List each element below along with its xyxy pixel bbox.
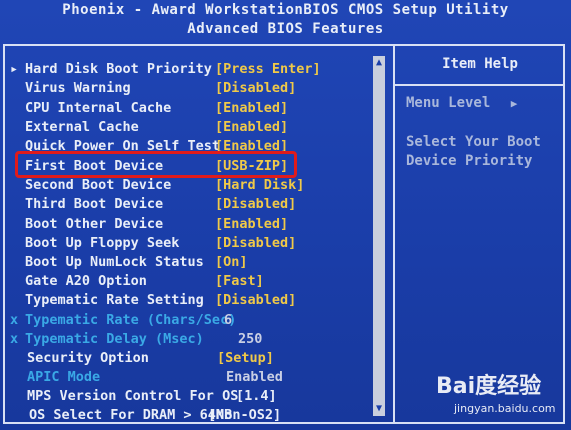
setting-label: Hard Disk Boot Priority (25, 61, 212, 77)
setting-row-typematic-rate-setting[interactable]: Typematic Rate Setting [Disabled] (0, 292, 372, 311)
unavailable-x-icon: x (10, 331, 19, 347)
page-title: Advanced BIOS Features (187, 21, 384, 37)
help-description-line1: Select Your Boot (406, 134, 541, 150)
setting-row-boot-up-floppy-seek[interactable]: Boot Up Floppy Seek [Disabled] (0, 235, 372, 254)
setting-label: Boot Other Device (25, 216, 164, 232)
setting-value[interactable]: [Hard Disk] (215, 177, 304, 193)
menu-level-text: Menu Level (406, 95, 491, 111)
setting-label: Typematic Rate Setting (25, 292, 204, 308)
scroll-up-arrow-icon[interactable]: ▲ (373, 58, 385, 68)
setting-row-third-boot-device[interactable]: Third Boot Device [Disabled] (0, 196, 372, 215)
setting-row-apic-mode: APIC Mode Enabled (0, 369, 372, 388)
setting-row-second-boot-device[interactable]: Second Boot Device [Hard Disk] (0, 177, 372, 196)
setting-value[interactable]: [Setup] (217, 350, 274, 366)
setting-row-security-option[interactable]: Security Option [Setup] (0, 350, 372, 369)
setting-value[interactable]: [Disabled] (215, 235, 296, 251)
setting-row-cpu-internal-cache[interactable]: CPU Internal Cache [Enabled] (0, 100, 372, 119)
setting-value[interactable]: [Enabled] (215, 100, 288, 116)
setting-label: External Cache (25, 119, 139, 135)
setting-value: Enabled (226, 369, 283, 385)
setting-value[interactable]: [Non-OS2] (208, 407, 281, 423)
setting-label: Security Option (27, 350, 149, 366)
setting-label: APIC Mode (27, 369, 101, 385)
setting-label: MPS Version Control For OS (27, 388, 239, 404)
setting-row-os-select-dram[interactable]: OS Select For DRAM > 64MB [Non-OS2] (0, 407, 372, 426)
bios-screen: Phoenix - Award WorkstationBIOS CMOS Set… (0, 0, 571, 430)
setting-row-external-cache[interactable]: External Cache [Enabled] (0, 119, 372, 138)
help-description-line2: Device Priority (406, 153, 533, 169)
setting-value[interactable]: [Fast] (215, 273, 264, 289)
help-separator (395, 84, 565, 86)
setting-label: Second Boot Device (25, 177, 172, 193)
setting-value[interactable]: [Disabled] (215, 196, 296, 212)
setting-value: 6 (224, 312, 233, 328)
setting-row-mps-version-control[interactable]: MPS Version Control For OS [1.4] (0, 388, 372, 407)
menu-level-arrow-icon: ▶ (510, 97, 518, 110)
setting-label: Typematic Delay (Msec) (25, 331, 204, 347)
panel-divider (393, 44, 395, 424)
utility-title: Phoenix - Award WorkstationBIOS CMOS Set… (62, 2, 509, 18)
setting-label: Third Boot Device (25, 196, 164, 212)
setting-value[interactable]: [Disabled] (215, 292, 296, 308)
setting-row-gate-a20-option[interactable]: Gate A20 Option [Fast] (0, 273, 372, 292)
setting-label: CPU Internal Cache (25, 100, 172, 116)
baidu-watermark-logo: Bai度经验 (436, 374, 542, 399)
setting-label: Typematic Rate (Chars/Sec) (25, 312, 237, 328)
setting-label: Boot Up Floppy Seek (25, 235, 180, 251)
setting-value[interactable]: [On] (215, 254, 248, 270)
setting-value[interactable]: [Enabled] (215, 119, 288, 135)
setting-label: Virus Warning (25, 80, 131, 96)
setting-row-typematic-delay: x Typematic Delay (Msec) 250 (0, 331, 372, 350)
setting-row-boot-other-device[interactable]: Boot Other Device [Enabled] (0, 216, 372, 235)
item-help-title: Item Help (442, 56, 518, 72)
setting-value[interactable]: [Press Enter] (215, 61, 321, 77)
setting-value[interactable]: [Disabled] (215, 80, 296, 96)
scrollbar[interactable] (373, 56, 385, 416)
menu-level-label: Menu Level ▶ (406, 95, 517, 111)
scroll-down-arrow-icon[interactable]: ▼ (373, 404, 385, 414)
setting-row-hard-disk-boot-priority[interactable]: ▸ Hard Disk Boot Priority [Press Enter] (0, 61, 372, 80)
setting-value[interactable]: [Enabled] (215, 216, 288, 232)
setting-row-virus-warning[interactable]: Virus Warning [Disabled] (0, 80, 372, 99)
setting-row-boot-up-numlock-status[interactable]: Boot Up NumLock Status [On] (0, 254, 372, 273)
submenu-arrow-icon: ▸ (10, 61, 19, 77)
setting-value: 250 (238, 331, 263, 347)
setting-label: Gate A20 Option (25, 273, 147, 289)
setting-row-typematic-rate: x Typematic Rate (Chars/Sec) 6 (0, 312, 372, 331)
selection-highlight-box (15, 151, 297, 178)
baidu-watermark-url: jingyan.baidu.com (454, 402, 556, 415)
setting-value[interactable]: [1.4] (236, 388, 277, 404)
unavailable-x-icon: x (10, 312, 19, 328)
setting-label: OS Select For DRAM > 64MB (29, 407, 233, 423)
setting-label: Boot Up NumLock Status (25, 254, 204, 270)
